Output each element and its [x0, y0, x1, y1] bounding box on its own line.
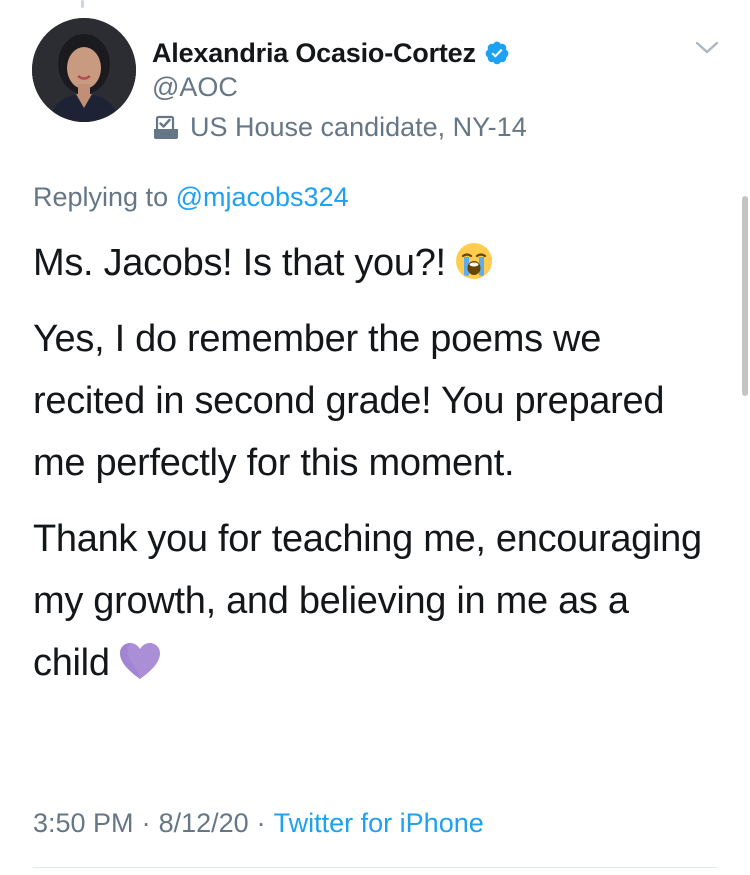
- author-handle[interactable]: @AOC: [152, 72, 238, 103]
- replying-to-prefix: Replying to: [33, 182, 169, 212]
- tweet-paragraph: Ms. Jacobs! Is that you?!: [33, 232, 713, 294]
- tweet-paragraph: Thank you for teaching me, encouraging m…: [33, 508, 713, 694]
- purple-heart-icon: [119, 643, 160, 679]
- ballot-box-icon: [154, 115, 178, 139]
- account-label-text: US House candidate, NY-14: [190, 111, 527, 142]
- tweet-body: Ms. Jacobs! Is that you?! Yes, I do reme…: [33, 232, 713, 708]
- chevron-down-icon[interactable]: [693, 38, 721, 58]
- tweet-date[interactable]: 8/12/20: [159, 808, 249, 838]
- profile-photo-icon: [32, 18, 136, 122]
- author-avatar[interactable]: [32, 18, 136, 122]
- meta-separator: ·: [141, 808, 151, 838]
- meta-separator: ·: [256, 808, 266, 838]
- thread-connector-line: [81, 0, 84, 8]
- reply-mention-link[interactable]: @mjacobs324: [176, 182, 349, 212]
- tweet-paragraph-text: Ms. Jacobs! Is that you?!: [33, 242, 446, 284]
- verified-badge-icon: [485, 41, 509, 65]
- tweet-paragraph: Yes, I do remember the poems we recited …: [33, 318, 665, 484]
- divider: [33, 867, 717, 868]
- replying-to: Replying to @mjacobs324: [33, 182, 349, 213]
- tweet-metadata: 3:50 PM · 8/12/20 · Twitter for iPhone: [33, 808, 484, 839]
- tweet-time[interactable]: 3:50 PM: [33, 808, 134, 838]
- loudly-crying-face-icon: [455, 243, 492, 279]
- tweet-source-link[interactable]: Twitter for iPhone: [274, 808, 484, 838]
- account-label: US House candidate, NY-14: [152, 110, 527, 144]
- scrollbar[interactable]: [742, 196, 748, 396]
- author-name[interactable]: Alexandria Ocasio-Cortez: [152, 38, 476, 69]
- author-name-row[interactable]: Alexandria Ocasio-Cortez: [152, 36, 510, 70]
